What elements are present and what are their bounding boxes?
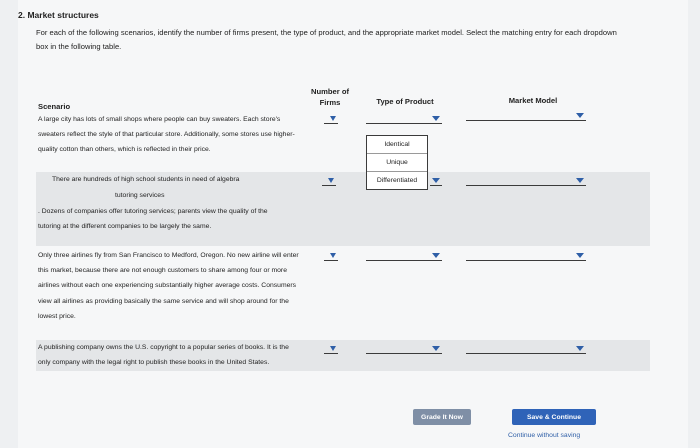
type-of-product-dropdown[interactable]	[366, 346, 442, 354]
header-scenario: Scenario	[38, 102, 71, 111]
chevron-down-icon	[330, 253, 336, 258]
market-model-dropdown[interactable]	[466, 178, 586, 186]
question-instructions: For each of the following scenarios, ide…	[36, 28, 617, 51]
chevron-down-icon	[576, 178, 584, 183]
chevron-down-icon	[576, 253, 584, 258]
continue-without-saving-link[interactable]: Continue without saving	[508, 432, 580, 439]
header-number-of-firms: Number of Firms	[311, 87, 349, 107]
menu-item-differentiated[interactable]: Differentiated	[367, 171, 427, 189]
chevron-down-icon	[432, 178, 440, 183]
type-of-product-dropdown[interactable]	[366, 116, 442, 124]
product-type-menu[interactable]: Identical Unique Differentiated	[366, 135, 428, 190]
scenario-text: Only three airlines fly from San Francis…	[38, 252, 299, 320]
chevron-down-icon	[328, 178, 334, 183]
type-of-product-dropdown[interactable]	[366, 253, 442, 261]
chevron-down-icon	[576, 346, 584, 351]
scenario-text: tutoring services	[115, 192, 165, 199]
market-model-dropdown[interactable]	[466, 346, 586, 354]
chevron-down-icon	[432, 346, 440, 351]
save-and-continue-button[interactable]: Save & Continue	[512, 409, 596, 425]
number-of-firms-dropdown[interactable]	[322, 178, 336, 186]
scenario-text: A publishing company owns the U.S. copyr…	[38, 344, 289, 367]
number-of-firms-dropdown[interactable]	[324, 116, 338, 124]
chevron-down-icon	[432, 253, 440, 258]
chevron-down-icon	[432, 116, 440, 121]
chevron-down-icon	[576, 113, 584, 118]
type-of-product-dropdown[interactable]	[430, 178, 442, 186]
grade-it-now-button[interactable]: Grade It Now	[413, 409, 471, 425]
scenario-text: . Dozens of companies offer tutoring ser…	[38, 208, 268, 231]
menu-item-unique[interactable]: Unique	[367, 153, 427, 171]
number-of-firms-dropdown[interactable]	[324, 253, 338, 261]
scenario-text: There are hundreds of high school studen…	[52, 176, 240, 183]
chevron-down-icon	[330, 116, 336, 121]
market-model-dropdown[interactable]	[466, 253, 586, 261]
market-model-dropdown[interactable]	[466, 113, 586, 121]
number-of-firms-dropdown[interactable]	[324, 346, 338, 354]
question-title: 2. Market structures	[18, 10, 99, 20]
menu-item-identical[interactable]: Identical	[367, 136, 427, 153]
header-type-of-product: Type of Product	[376, 97, 434, 106]
scenario-text: A large city has lots of small shops whe…	[38, 116, 295, 154]
chevron-down-icon	[330, 346, 336, 351]
header-market-model: Market Model	[508, 96, 558, 105]
